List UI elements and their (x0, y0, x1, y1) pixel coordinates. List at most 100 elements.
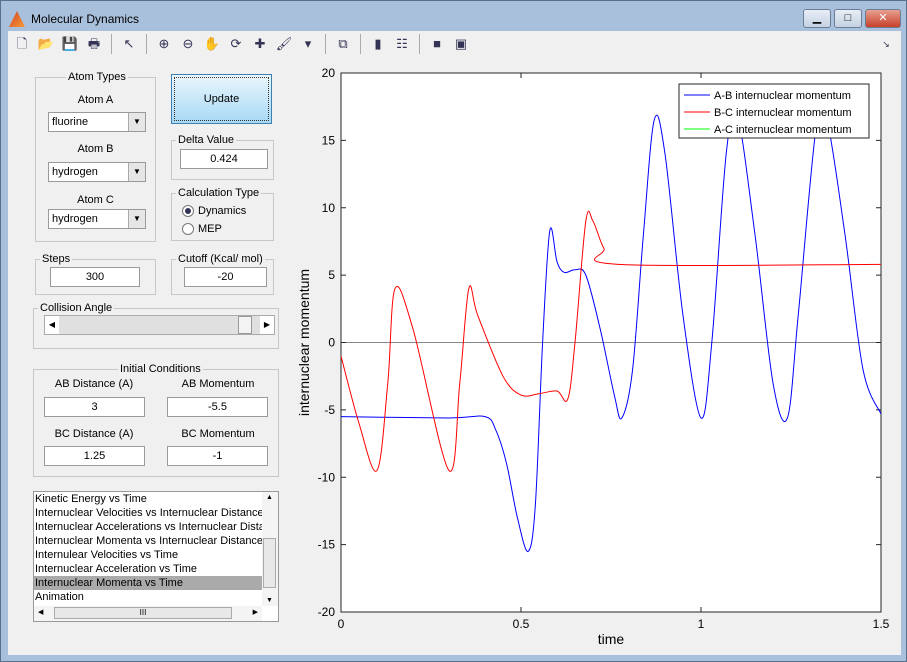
window: Molecular Dynamics ▁ □ ✕ 🗋 📂 💾 🖶 ↖ ⊕ ⊖ ✋ ⟳ ✚ 🖌 ▾ ⧉ ▮ ☷… (0, 0, 907, 662)
x-axis-label: time (598, 631, 625, 647)
dropdown-arrow-icon[interactable]: ▾ (298, 34, 318, 54)
zoom-out-icon[interactable]: ⊖ (178, 34, 198, 54)
radio-label: MEP (198, 223, 222, 235)
x-tick-label: 0 (338, 617, 345, 631)
data-cursor-icon[interactable]: ✚ (250, 34, 270, 54)
toolbar-separator (111, 34, 112, 54)
list-item[interactable]: Internulear Velocities vs Time (34, 548, 262, 562)
atom-c-label: Atom C (77, 194, 114, 206)
y-tick-label: 20 (322, 66, 336, 80)
list-item[interactable]: Internuclear Momenta vs Internuclear Dis… (34, 534, 262, 548)
group-label: Collision Angle (38, 302, 115, 314)
zoom-in-icon[interactable]: ⊕ (154, 34, 174, 54)
momentum-chart: 0 0.5 1 1.5 -20 -15 -10 -5 0 5 10 15 20 time internucl… (289, 57, 901, 655)
minimize-button[interactable]: ▁ (803, 9, 831, 28)
y-tick-label: 5 (328, 268, 335, 282)
dock-arrow-icon[interactable]: ↘ (876, 34, 896, 54)
legend-entry: A-C internuclear momentum (714, 124, 852, 136)
close-button[interactable]: ✕ (865, 9, 901, 28)
slider-left-arrow-icon[interactable]: ◀ (45, 316, 59, 334)
atom-b-label: Atom B (77, 143, 114, 155)
list-item[interactable]: Internuclear Momenta vs Time (34, 576, 262, 590)
y-tick-label: 10 (322, 201, 336, 215)
group-label: Steps (40, 253, 73, 265)
hide-plot-tools-icon[interactable]: ■ (427, 34, 447, 54)
brush-icon[interactable]: 🖌 (274, 34, 294, 54)
atom-b-value: hydrogen (52, 166, 98, 178)
plot-type-listbox[interactable]: ▲ ▼ ◀ III ▶ Kinetic Energy vs Time Intern… (33, 491, 279, 622)
radio-icon (182, 205, 194, 217)
show-plot-tools-icon[interactable]: ▣ (451, 34, 471, 54)
y-tick-label: -5 (324, 403, 335, 417)
bc-momentum-input[interactable]: -1 (167, 446, 268, 466)
ab-distance-label: AB Distance (A) (54, 378, 134, 390)
legend-entry: A-B internuclear momentum (714, 90, 851, 102)
y-axis-label: internuclear momentum (296, 269, 312, 416)
legend-entry: B-C internuclear momentum (714, 107, 852, 119)
scroll-up-icon[interactable]: ▲ (266, 494, 273, 501)
list-item[interactable]: Animation (34, 590, 262, 604)
x-tick-label: 1.5 (873, 617, 890, 631)
radio-mep[interactable]: MEP (182, 223, 222, 235)
chevron-down-icon: ▼ (128, 210, 145, 228)
colorbar-icon[interactable]: ▮ (368, 34, 388, 54)
group-label: Cutoff (Kcal/ mol) (176, 253, 265, 265)
radio-dynamics[interactable]: Dynamics (182, 205, 246, 217)
list-item[interactable]: Internuclear Velocities vs Internuclear … (34, 506, 262, 520)
pan-hand-icon[interactable]: ✋ (202, 34, 222, 54)
hscroll-thumb[interactable]: III (54, 607, 232, 619)
window-title: Molecular Dynamics (31, 12, 140, 26)
bc-distance-input[interactable]: 1.25 (44, 446, 145, 466)
list-item[interactable]: Internuclear Accelerations vs Internucle… (34, 520, 262, 534)
toolbar-separator (419, 34, 420, 54)
steps-input[interactable]: 300 (50, 267, 140, 287)
update-button[interactable]: Update (171, 74, 272, 124)
scroll-left-icon[interactable]: ◀ (38, 608, 43, 616)
toolbar-separator (360, 34, 361, 54)
matlab-logo-icon (9, 11, 25, 27)
radio-label: Dynamics (198, 205, 247, 217)
scroll-thumb[interactable] (263, 538, 276, 588)
vertical-scrollbar[interactable]: ▲ ▼ (262, 492, 278, 606)
maximize-button[interactable]: □ (834, 9, 862, 28)
title-bar: Molecular Dynamics (9, 7, 139, 31)
atom-a-value: fluorine (52, 116, 89, 128)
radio-icon (182, 223, 194, 235)
ab-momentum-label: AB Momentum (181, 378, 255, 390)
atom-b-select[interactable]: hydrogen ▼ (48, 162, 146, 182)
cutoff-input[interactable]: -20 (184, 267, 267, 287)
group-label: Initial Conditions (118, 363, 203, 375)
chevron-down-icon: ▼ (128, 113, 145, 131)
slider-right-arrow-icon[interactable]: ▶ (260, 316, 274, 334)
delta-input[interactable]: 0.424 (180, 149, 268, 169)
y-tick-label: -15 (318, 538, 336, 552)
bc-distance-label: BC Distance (A) (54, 428, 134, 440)
list-item[interactable]: Internuclear Acceleration vs Time (34, 562, 262, 576)
y-tick-label: 15 (322, 133, 336, 147)
rotate-3d-icon[interactable]: ⟳ (226, 34, 246, 54)
atom-a-select[interactable]: fluorine ▼ (48, 112, 146, 132)
chevron-down-icon: ▼ (128, 163, 145, 181)
ab-momentum-input[interactable]: -5.5 (167, 397, 268, 417)
atom-a-label: Atom A (77, 94, 114, 106)
collision-angle-slider[interactable]: ◀ ▶ (44, 315, 275, 335)
print-icon[interactable]: 🖶 (84, 34, 104, 54)
y-tick-label: 0 (328, 336, 335, 350)
pointer-icon[interactable]: ↖ (119, 34, 139, 54)
new-file-icon[interactable]: 🗋 (12, 34, 32, 54)
ab-distance-input[interactable]: 3 (44, 397, 145, 417)
x-tick-label: 0.5 (513, 617, 530, 631)
toolbar-separator (325, 34, 326, 54)
bc-momentum-label: BC Momentum (181, 428, 255, 440)
save-icon[interactable]: 💾 (60, 34, 80, 54)
link-plot-icon[interactable]: ⧉ (333, 34, 353, 54)
horizontal-scrollbar[interactable]: ◀ III ▶ (34, 606, 262, 621)
atom-c-select[interactable]: hydrogen ▼ (48, 209, 146, 229)
list-item[interactable]: Kinetic Energy vs Time (34, 492, 262, 506)
open-folder-icon[interactable]: 📂 (36, 34, 56, 54)
slider-thumb[interactable] (238, 316, 253, 334)
atom-c-value: hydrogen (52, 213, 98, 225)
legend-icon[interactable]: ☷ (392, 34, 412, 54)
scroll-right-icon[interactable]: ▶ (253, 608, 258, 616)
scroll-down-icon[interactable]: ▼ (266, 597, 273, 604)
